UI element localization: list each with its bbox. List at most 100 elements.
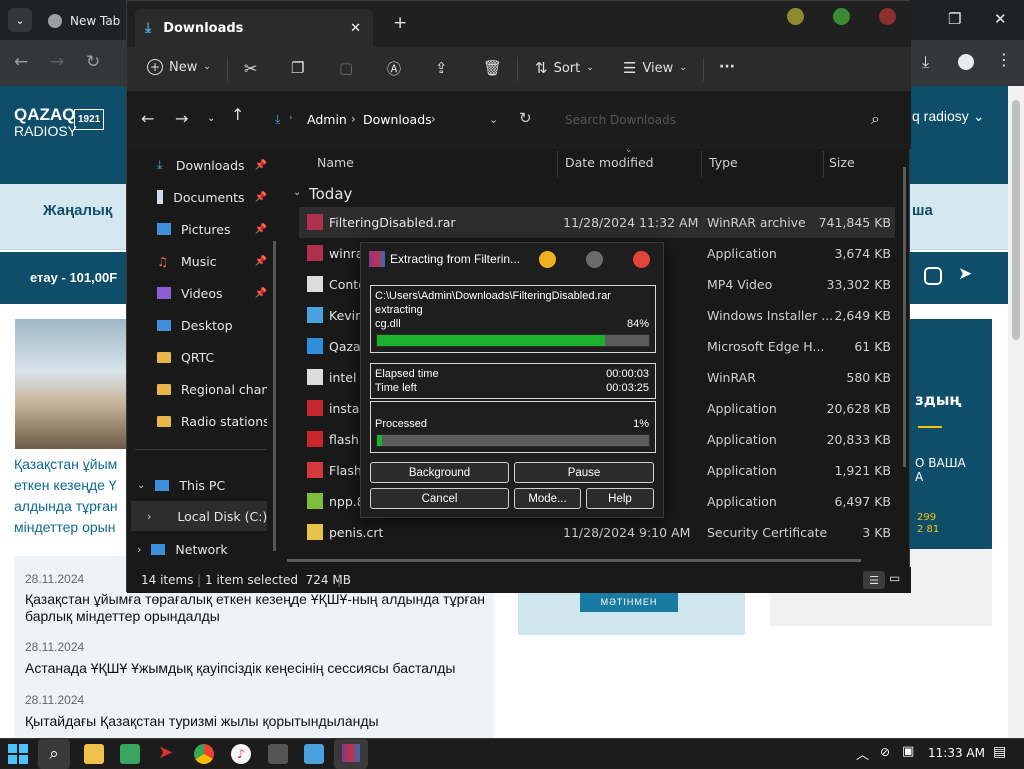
winrar-taskbar-button[interactable] xyxy=(334,739,368,769)
news-photo[interactable] xyxy=(15,319,130,449)
breadcrumb-downloads[interactable]: Downloads xyxy=(363,112,432,127)
store-icon[interactable] xyxy=(120,744,140,764)
pause-button[interactable]: Pause xyxy=(514,462,654,483)
close-tab-icon[interactable]: ✕ xyxy=(350,21,361,36)
menu-item-news[interactable]: Жаңалық xyxy=(43,202,112,219)
up-arrow-icon[interactable]: ↑ xyxy=(231,105,244,124)
share-icon[interactable]: ⇪ xyxy=(435,59,448,77)
telegram-icon[interactable]: ➤ xyxy=(958,264,972,284)
column-header-date[interactable]: Date modified xyxy=(565,155,654,170)
file-row[interactable]: penis.crt 11/28/2024 9:10 AM Security Cert… xyxy=(299,517,895,548)
start-windows-icon[interactable] xyxy=(8,744,28,764)
nav-item-desktop[interactable]: Desktop xyxy=(157,311,267,339)
music-app-icon[interactable]: ♪ xyxy=(231,744,251,764)
download-icon[interactable]: ⤓ xyxy=(922,52,929,72)
nav-item-videos[interactable]: Videos 📌 xyxy=(157,279,267,307)
file-explorer-icon[interactable] xyxy=(84,744,104,764)
search-input[interactable]: Search Downloads xyxy=(565,113,676,127)
column-separator[interactable] xyxy=(823,151,824,177)
nav-scrollbar[interactable] xyxy=(273,241,276,551)
address-dropdown-icon[interactable]: ⌄ xyxy=(489,113,498,126)
column-header-name[interactable]: Name xyxy=(317,155,354,170)
rename-icon[interactable]: Ⓐ xyxy=(387,59,401,79)
forward-arrow-icon[interactable]: → xyxy=(175,109,188,128)
nav-item-documents[interactable]: Documents 📌 xyxy=(157,183,267,211)
chrome-menu-icon[interactable]: ⋮ xyxy=(996,50,1012,69)
mode-button[interactable]: Mode... xyxy=(514,488,581,509)
reload-icon[interactable]: ↻ xyxy=(86,52,100,72)
sort-button[interactable]: ⇅ Sort ⌄ xyxy=(535,59,594,77)
maximize-dot-icon[interactable] xyxy=(586,251,603,268)
search-icon[interactable]: ⌕ xyxy=(38,739,70,769)
display-icon[interactable]: ▣ xyxy=(902,744,914,759)
search-box[interactable]: Search Downloads ⌕ xyxy=(555,103,897,137)
column-separator[interactable] xyxy=(701,151,702,177)
recent-locations-icon[interactable]: ⌄ xyxy=(207,113,215,124)
breadcrumb-admin[interactable]: Admin xyxy=(307,112,347,127)
minimize-dot-icon[interactable] xyxy=(787,8,804,25)
file-row[interactable]: FilteringDisabled.rar 11/28/2024 11:32 AM… xyxy=(299,207,895,238)
notifications-icon[interactable]: ▤ xyxy=(993,744,1006,760)
column-header-type[interactable]: Type xyxy=(709,155,738,170)
nav-item-network[interactable]: › Network xyxy=(137,535,247,563)
flash-icon[interactable]: ➤ xyxy=(158,742,173,763)
back-arrow-icon[interactable]: ← xyxy=(141,109,154,128)
nav-item-this-pc[interactable]: ⌄ This PC xyxy=(137,471,247,499)
nav-item-local-disk[interactable]: › Local Disk (C:) xyxy=(147,502,267,530)
news-title[interactable]: Қытайдағы Қазақстан туризмі жылы қорытын… xyxy=(25,713,485,730)
nav-item-radio[interactable]: Radio stations xyxy=(157,407,267,435)
close-window-icon[interactable]: ✕ xyxy=(994,10,1007,28)
paste-icon[interactable]: ▢ xyxy=(339,59,353,77)
column-separator[interactable] xyxy=(557,151,558,177)
maximize-dot-icon[interactable] xyxy=(833,8,850,25)
profile-icon[interactable] xyxy=(958,54,974,70)
film-app-icon[interactable] xyxy=(268,744,288,764)
new-tab-icon[interactable]: + xyxy=(393,13,407,33)
group-header-today[interactable]: Today xyxy=(309,185,352,203)
background-button[interactable]: Background xyxy=(370,462,509,483)
details-view-icon[interactable]: ☰ xyxy=(863,571,885,589)
network-app-icon[interactable] xyxy=(304,744,324,764)
ad-button[interactable]: МӘТІНМЕН xyxy=(580,592,678,612)
cut-icon[interactable]: ✂ xyxy=(244,59,257,78)
help-button[interactable]: Help xyxy=(586,488,654,509)
chrome-icon[interactable] xyxy=(194,744,214,764)
copy-icon[interactable]: ❐ xyxy=(291,59,304,77)
tiles-view-icon[interactable]: ▭ xyxy=(889,571,900,585)
browser-tab[interactable]: New Tab xyxy=(48,6,120,36)
menu-item-right[interactable]: ша xyxy=(912,202,933,219)
chevron-down-icon[interactable]: ⌄ xyxy=(293,187,301,198)
refresh-icon[interactable]: ↻ xyxy=(519,109,532,127)
more-options-icon[interactable]: ··· xyxy=(719,59,735,75)
news-title[interactable]: Қазақстан ұйымға төрағалық еткен кезеңде… xyxy=(25,591,485,625)
restore-icon[interactable]: ❐ xyxy=(948,10,961,28)
back-arrow-icon[interactable]: ← xyxy=(14,52,28,72)
nav-item-downloads[interactable]: ⤓ Downloads 📌 xyxy=(157,151,267,179)
column-header-size[interactable]: Size xyxy=(829,155,855,170)
nav-item-pictures[interactable]: Pictures 📌 xyxy=(157,215,267,243)
file-list-scrollbar[interactable] xyxy=(903,167,906,467)
chevron-up-icon[interactable]: ︿ xyxy=(856,744,869,763)
nav-item-qrtc[interactable]: QRTC xyxy=(157,343,267,371)
network-status-icon[interactable]: ⊘ xyxy=(880,745,890,759)
forward-arrow-icon[interactable]: → xyxy=(50,52,64,72)
tab-search-button[interactable]: ⌄ xyxy=(8,8,32,32)
news-title[interactable]: Астанада ҰҚШҰ Ұжымдық қауіпсіздік кеңесі… xyxy=(25,660,485,677)
delete-icon[interactable]: 🗑 xyxy=(483,59,502,77)
header-link[interactable]: q radiosy ⌄ xyxy=(912,108,984,125)
clock-text[interactable]: 11:33 AM xyxy=(928,746,985,760)
news-headline[interactable]: Қазақстан ұйым еткен кезеңде Ү алдында т… xyxy=(14,454,130,538)
close-dot-icon[interactable] xyxy=(879,8,896,25)
search-icon[interactable]: ⌕ xyxy=(871,109,880,129)
new-button[interactable]: + New ⌄ xyxy=(147,59,211,75)
instagram-icon[interactable] xyxy=(924,267,942,285)
site-logo[interactable]: QAZAQ RADIOSY xyxy=(14,106,77,140)
horizontal-scrollbar[interactable] xyxy=(287,559,861,562)
address-box[interactable]: ⤓ › Admin › Downloads › ⌄ ↻ xyxy=(267,103,532,137)
view-button[interactable]: ☰ View ⌄ xyxy=(623,59,687,77)
nav-item-music[interactable]: ♫ Music 📌 xyxy=(157,247,267,275)
minimize-dot-icon[interactable] xyxy=(539,251,556,268)
close-dot-icon[interactable] xyxy=(633,251,650,268)
cancel-button[interactable]: Cancel xyxy=(370,488,509,509)
page-scroll-thumb[interactable] xyxy=(1012,100,1020,340)
